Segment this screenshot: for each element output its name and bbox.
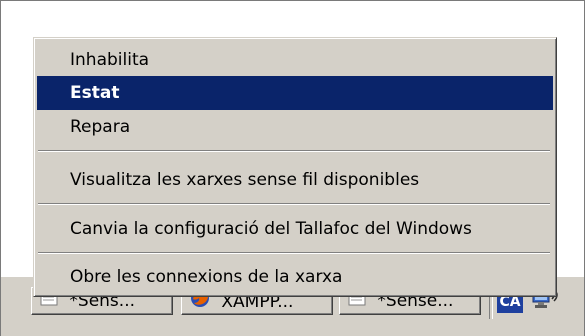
menu-separator (38, 252, 550, 254)
menu-item-label: Inhabilita (70, 50, 150, 70)
menu-separator (38, 203, 550, 205)
menu-item-label: Estat (70, 83, 120, 103)
menu-item-label: Obre les connexions de la xarxa (70, 267, 343, 287)
menu-item-label: Repara (70, 117, 131, 137)
menu-item-label: Canvia la configuració del Tallafoc del … (70, 219, 472, 239)
menu-item-disable[interactable]: Inhabilita (37, 43, 553, 77)
network-context-menu: Inhabilita Estat Repara Visualitza les x… (33, 37, 557, 297)
menu-item-label: Visualitza les xarxes sense fil disponib… (70, 170, 420, 190)
menu-item-repair[interactable]: Repara (37, 110, 553, 144)
menu-item-firewall-settings[interactable]: Canvia la configuració del Tallafoc del … (37, 212, 553, 246)
menu-item-view-wireless-networks[interactable]: Visualitza les xarxes sense fil disponib… (37, 163, 553, 197)
menu-separator (38, 150, 550, 152)
menu-item-status[interactable]: Estat (37, 76, 553, 110)
menu-item-open-network-connections[interactable]: Obre les connexions de la xarxa (37, 260, 553, 294)
